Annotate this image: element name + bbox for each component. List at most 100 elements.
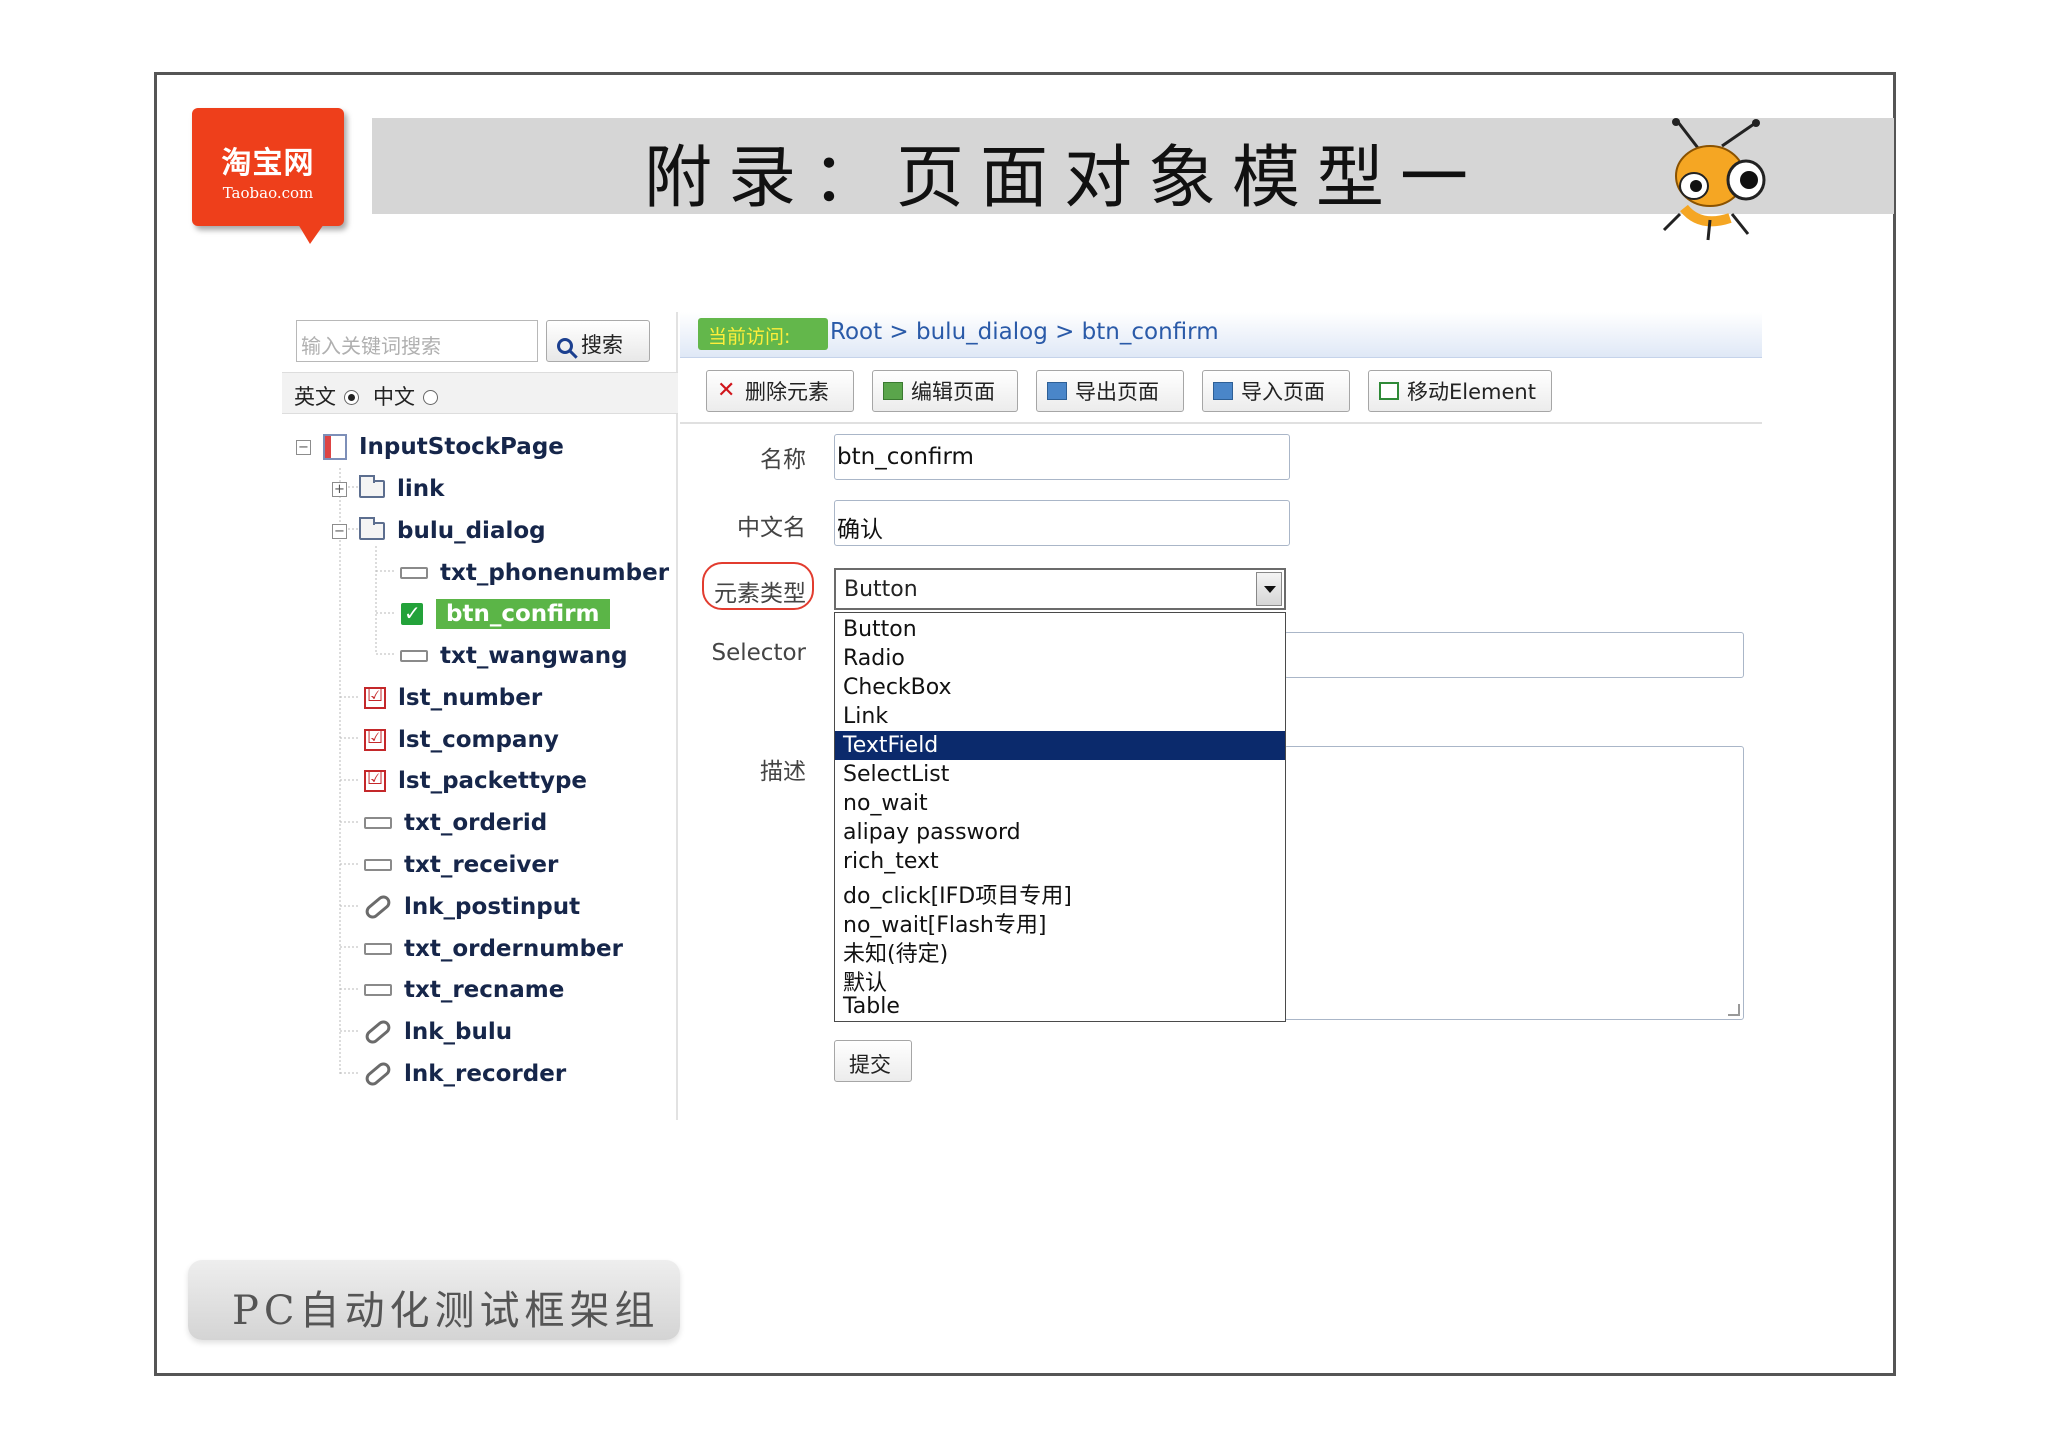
dropdown-option[interactable]: Link	[835, 702, 1285, 731]
dropdown-option[interactable]: rich_text	[835, 847, 1285, 876]
tree-node[interactable]: lst_company	[364, 723, 559, 757]
tree-node[interactable]: txt_wangwang	[400, 639, 628, 673]
tree-node-label: lnk_postinput	[404, 894, 581, 920]
dropdown-option[interactable]: alipay password	[835, 818, 1285, 847]
link-icon	[362, 1017, 394, 1047]
tree-node-label: btn_confirm	[436, 599, 610, 629]
move-element-label: 移动Element	[1407, 380, 1536, 404]
dropdown-option-highlighted[interactable]: TextField	[835, 731, 1285, 760]
search-button[interactable]: 搜索	[546, 320, 650, 362]
tree-node-label: txt_receiver	[404, 852, 559, 878]
footer-group-label: PC自动化测试框架组	[188, 1260, 680, 1340]
delete-element-button[interactable]: 删除元素	[706, 370, 854, 412]
tree-node-label: lst_number	[398, 685, 543, 711]
tree-node[interactable]: + link	[332, 472, 444, 506]
dropdown-option[interactable]: 未知(待定)	[835, 934, 1285, 967]
tree-node[interactable]: lnk_recorder	[362, 1057, 567, 1091]
selector-label: Selector	[711, 640, 806, 666]
tree-node-label: lnk_bulu	[404, 1019, 513, 1045]
tree-node[interactable]: lst_number	[364, 681, 542, 715]
dropdown-option[interactable]: no_wait	[835, 789, 1285, 818]
folder-icon	[359, 517, 385, 540]
edit-icon	[883, 382, 903, 400]
current-location-badge: 当前访问:	[698, 318, 828, 350]
element-type-label: 元素类型	[714, 581, 806, 607]
chevron-down-icon[interactable]	[1256, 572, 1282, 606]
textfield-icon	[364, 859, 392, 871]
tree-node-label: lst_packettype	[398, 768, 588, 794]
logo-text-en: Taobao.com	[222, 184, 314, 202]
tree-node-selected[interactable]: btn_confirm	[400, 597, 610, 631]
language-switcher: 英文 中文	[282, 372, 678, 414]
tree-node[interactable]: txt_orderid	[364, 806, 547, 840]
export-icon	[1047, 382, 1067, 400]
textfield-icon	[364, 943, 392, 955]
lang-english-radio[interactable]	[344, 390, 359, 405]
dropdown-option[interactable]: Button	[835, 615, 1285, 644]
tree-node[interactable]: txt_receiver	[364, 848, 558, 882]
move-element-button[interactable]: 移动Element	[1368, 370, 1552, 412]
ant-mascot-icon	[1662, 118, 1766, 241]
textfield-icon	[364, 817, 392, 829]
tree-node-label: InputStockPage	[359, 434, 564, 460]
page-icon	[323, 434, 347, 460]
tree-node[interactable]: txt_recname	[364, 973, 564, 1007]
import-page-button[interactable]: 导入页面	[1202, 370, 1350, 412]
delete-element-label: 删除元素	[745, 380, 829, 404]
element-type-select[interactable]: Button	[834, 568, 1286, 610]
description-label: 描述	[760, 759, 806, 785]
expand-icon[interactable]: +	[332, 481, 347, 497]
tree-node[interactable]: lst_packettype	[364, 764, 587, 798]
tree-node-label: lst_company	[398, 727, 559, 753]
tree-node[interactable]: lnk_postinput	[362, 890, 581, 924]
list-icon	[364, 727, 386, 751]
move-icon	[1379, 382, 1399, 400]
import-page-label: 导入页面	[1241, 380, 1325, 404]
tree-node-label: txt_ordernumber	[404, 936, 623, 962]
name-label: 名称	[760, 447, 806, 473]
list-icon	[364, 685, 386, 709]
slide-title: 附录：页面对象模型一	[644, 139, 1485, 218]
dropdown-option[interactable]: Radio	[835, 644, 1285, 673]
search-icon	[557, 338, 573, 354]
tree-node[interactable]: lnk_bulu	[362, 1015, 513, 1049]
tree-node-label: link	[397, 476, 445, 502]
tree-node[interactable]: − bulu_dialog	[332, 514, 546, 548]
cn-name-field[interactable]: 确认	[834, 500, 1290, 546]
element-type-dropdown: Button Radio CheckBox Link TextField Sel…	[834, 612, 1286, 1022]
breadcrumb[interactable]: Root > bulu_dialog > btn_confirm	[830, 319, 1219, 345]
taobao-logo: 淘宝网 Taobao.com	[192, 108, 344, 244]
name-field[interactable]: btn_confirm	[834, 434, 1290, 480]
submit-button[interactable]: 提交	[834, 1040, 912, 1082]
dropdown-option[interactable]: 默认	[835, 963, 1285, 996]
delete-icon	[717, 378, 737, 403]
lang-chinese-radio[interactable]	[423, 390, 438, 405]
collapse-icon[interactable]: −	[296, 439, 311, 455]
dropdown-option[interactable]: do_click[IFD项目专用]	[835, 876, 1285, 909]
export-page-label: 导出页面	[1075, 380, 1159, 404]
textfield-icon	[400, 567, 428, 579]
tree-node-label: txt_recname	[404, 977, 565, 1003]
tree-node[interactable]: txt_ordernumber	[364, 932, 623, 966]
dropdown-option[interactable]: SelectList	[835, 760, 1285, 789]
tree-node-label: bulu_dialog	[397, 518, 546, 544]
lang-english-label: 英文	[294, 385, 336, 409]
import-icon	[1213, 382, 1233, 400]
link-icon	[362, 1059, 394, 1089]
textfield-icon	[400, 650, 428, 662]
search-input[interactable]: 输入关键词搜索	[296, 320, 538, 362]
element-type-value: Button	[844, 577, 918, 602]
tree-node[interactable]: txt_phonenumber	[400, 556, 669, 590]
dropdown-option[interactable]: Table	[835, 992, 1285, 1021]
list-icon	[364, 768, 386, 792]
collapse-icon[interactable]: −	[332, 523, 347, 539]
tree-node-root[interactable]: − InputStockPage	[296, 430, 564, 464]
dropdown-option[interactable]: CheckBox	[835, 673, 1285, 702]
tree-node-label: lnk_recorder	[404, 1061, 567, 1087]
export-page-button[interactable]: 导出页面	[1036, 370, 1184, 412]
dropdown-option[interactable]: no_wait[Flash专用]	[835, 905, 1285, 938]
checkbox-icon	[400, 601, 424, 626]
selector-field[interactable]	[1284, 632, 1744, 678]
description-textarea[interactable]	[1284, 746, 1744, 1020]
edit-page-button[interactable]: 编辑页面	[872, 370, 1018, 412]
